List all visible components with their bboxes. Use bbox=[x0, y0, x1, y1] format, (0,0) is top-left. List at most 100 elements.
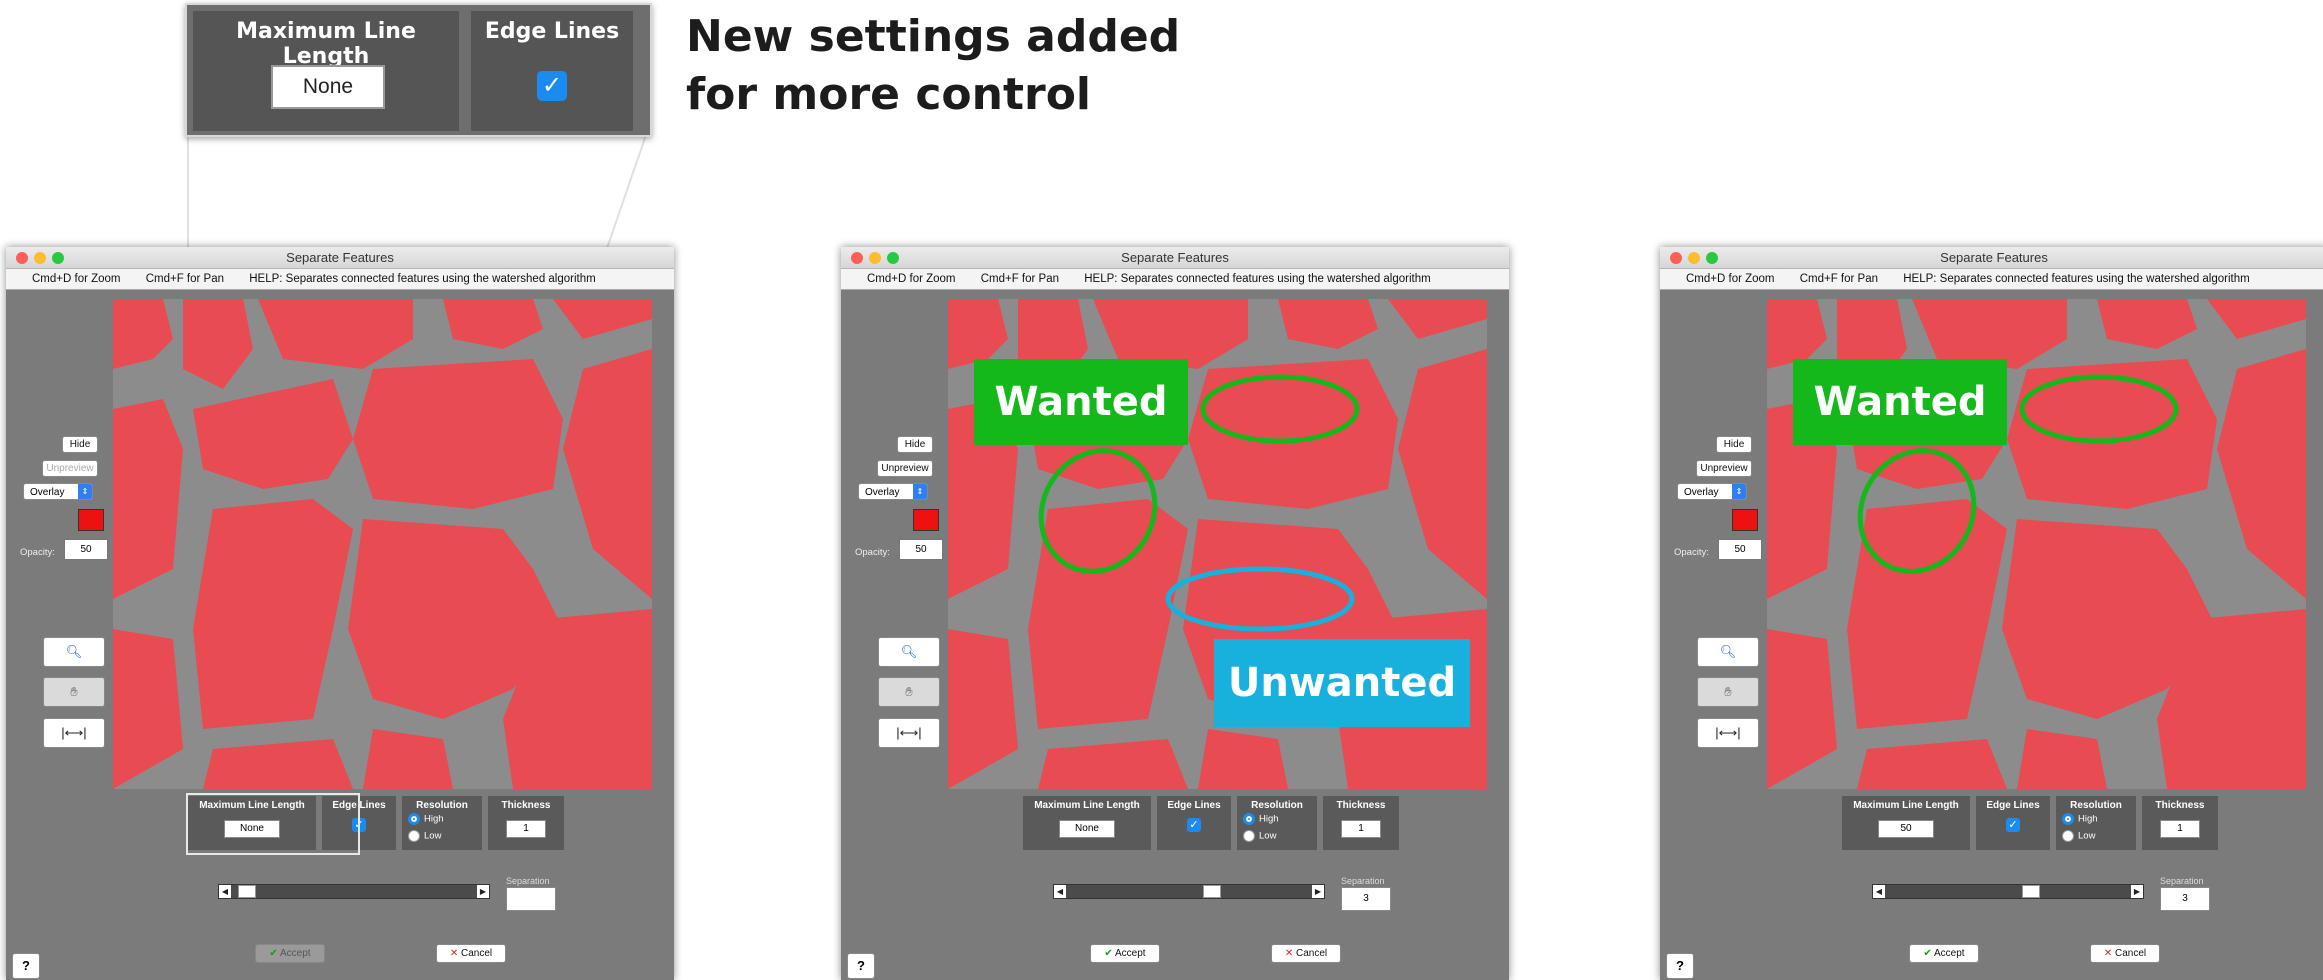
max-line-length-input[interactable]: 50 bbox=[1878, 820, 1934, 838]
zoomed-edge-lines-title: Edge Lines bbox=[484, 19, 620, 44]
help-zoom-shortcut: Cmd+D for Zoom bbox=[867, 273, 956, 285]
checkmark-icon: ✔ bbox=[1104, 948, 1113, 959]
cancel-button[interactable]: ✕ Cancel bbox=[1271, 944, 1341, 963]
edge-lines-cell: Edge Lines ✓ bbox=[1976, 796, 2050, 850]
separation-slider[interactable]: ◀ ▶ bbox=[1053, 884, 1325, 899]
thickness-input[interactable]: 1 bbox=[2160, 820, 2200, 838]
slider-thumb[interactable] bbox=[237, 885, 256, 898]
zoom-tool-button[interactable]: 🔍︎ bbox=[878, 637, 940, 667]
resolution-cell: Resolution High Low bbox=[402, 796, 482, 850]
resolution-title: Resolution bbox=[416, 800, 468, 811]
separation-slider[interactable]: ◀ ▶ bbox=[218, 884, 490, 899]
opacity-input[interactable]: 50 bbox=[1718, 539, 1762, 560]
zoom-window-button[interactable] bbox=[1706, 252, 1718, 264]
help-button[interactable]: ? bbox=[1666, 953, 1694, 979]
resolution-low-radio[interactable]: Low bbox=[1243, 830, 1276, 842]
thickness-cell: Thickness 1 bbox=[1323, 796, 1399, 850]
zoom-window-button[interactable] bbox=[887, 252, 899, 264]
minimize-window-button[interactable] bbox=[1688, 252, 1700, 264]
pan-tool-button[interactable]: ✋︎ bbox=[878, 677, 940, 707]
overlay-color-swatch[interactable] bbox=[78, 509, 104, 531]
separation-input[interactable]: 3 bbox=[2160, 887, 2210, 911]
hide-button[interactable]: Hide bbox=[1716, 436, 1752, 453]
zoomed-max-line-length-input[interactable]: None bbox=[271, 65, 385, 109]
unpreview-button[interactable]: Unpreview bbox=[42, 460, 98, 477]
unwanted-ellipse bbox=[1165, 566, 1355, 632]
slider-right-arrow-icon[interactable]: ▶ bbox=[477, 885, 489, 898]
view-mode-select[interactable]: Overlay ⇕ bbox=[1677, 483, 1747, 500]
resolution-low-radio[interactable]: Low bbox=[408, 830, 441, 842]
help-button[interactable]: ? bbox=[12, 953, 40, 979]
edge-lines-checkbox[interactable]: ✓ bbox=[1187, 818, 1201, 832]
max-line-length-input[interactable]: None bbox=[1059, 820, 1115, 838]
window-title: Separate Features bbox=[286, 250, 394, 265]
view-mode-select[interactable]: Overlay ⇕ bbox=[23, 483, 93, 500]
help-bar: Cmd+D for Zoom Cmd+F for Pan HELP: Separ… bbox=[841, 269, 1509, 290]
help-zoom-shortcut: Cmd+D for Zoom bbox=[1686, 273, 1775, 285]
slider-thumb[interactable] bbox=[1202, 885, 1221, 898]
close-window-button[interactable] bbox=[16, 252, 28, 264]
accept-button[interactable]: ✔ Accept bbox=[1909, 944, 1979, 963]
slider-left-arrow-icon[interactable]: ◀ bbox=[219, 885, 231, 898]
accept-button[interactable]: ✔ Accept bbox=[1090, 944, 1160, 963]
radio-unselected-icon bbox=[1243, 830, 1255, 842]
image-preview[interactable]: Wanted Unwanted bbox=[948, 299, 1487, 789]
resolution-high-label: High bbox=[2078, 813, 2098, 825]
hide-button[interactable]: Hide bbox=[62, 436, 98, 453]
slider-right-arrow-icon[interactable]: ▶ bbox=[1312, 885, 1324, 898]
pan-tool-button[interactable]: ✋︎ bbox=[1697, 677, 1759, 707]
thickness-input[interactable]: 1 bbox=[506, 820, 546, 838]
thickness-input[interactable]: 1 bbox=[1341, 820, 1381, 838]
view-mode-select[interactable]: Overlay ⇕ bbox=[858, 483, 928, 500]
measure-arrows-icon: |⟷| bbox=[1715, 725, 1741, 740]
max-line-length-title: Maximum Line Length bbox=[1034, 800, 1140, 811]
close-window-button[interactable] bbox=[851, 252, 863, 264]
resolution-low-label: Low bbox=[2078, 830, 2096, 842]
image-preview[interactable] bbox=[113, 299, 652, 789]
zoom-window-button[interactable] bbox=[52, 252, 64, 264]
cancel-button[interactable]: ✕ Cancel bbox=[436, 944, 506, 963]
resolution-high-radio[interactable]: High bbox=[1243, 813, 1279, 825]
pan-tool-button[interactable]: ✋︎ bbox=[43, 677, 105, 707]
opacity-input[interactable]: 50 bbox=[899, 539, 943, 560]
resolution-high-radio[interactable]: High bbox=[2062, 813, 2098, 825]
slider-thumb[interactable] bbox=[2021, 885, 2040, 898]
overlay-color-swatch[interactable] bbox=[913, 509, 939, 531]
image-preview[interactable]: Wanted bbox=[1767, 299, 2306, 789]
thickness-cell: Thickness 1 bbox=[488, 796, 564, 850]
minimize-window-button[interactable] bbox=[34, 252, 46, 264]
unpreview-button[interactable]: Unpreview bbox=[877, 460, 933, 477]
separation-slider[interactable]: ◀ ▶ bbox=[1872, 884, 2144, 899]
max-line-length-title: Maximum Line Length bbox=[1853, 800, 1959, 811]
thickness-title: Thickness bbox=[501, 800, 551, 811]
separate-features-window-1: Separate Features Cmd+D for Zoom Cmd+F f… bbox=[6, 247, 674, 980]
zoomed-edge-lines-checkbox[interactable]: ✓ bbox=[537, 71, 567, 101]
measure-tool-button[interactable]: |⟷| bbox=[1697, 718, 1759, 748]
accept-button[interactable]: ✔ Accept bbox=[255, 944, 325, 963]
close-window-button[interactable] bbox=[1670, 252, 1682, 264]
help-button[interactable]: ? bbox=[847, 953, 875, 979]
opacity-input[interactable]: 50 bbox=[64, 539, 108, 560]
cancel-button[interactable]: ✕ Cancel bbox=[2090, 944, 2160, 963]
overlay-color-swatch[interactable] bbox=[1732, 509, 1758, 531]
edge-lines-title: Edge Lines bbox=[1986, 800, 2040, 811]
edge-lines-checkbox[interactable]: ✓ bbox=[2006, 818, 2020, 832]
minimize-window-button[interactable] bbox=[869, 252, 881, 264]
zoom-tool-button[interactable]: 🔍︎ bbox=[1697, 637, 1759, 667]
slider-left-arrow-icon[interactable]: ◀ bbox=[1873, 885, 1885, 898]
hide-button[interactable]: Hide bbox=[897, 436, 933, 453]
resolution-low-radio[interactable]: Low bbox=[2062, 830, 2095, 842]
select-chevron-icon: ⇕ bbox=[1732, 484, 1746, 499]
title-bar: Separate Features bbox=[6, 247, 674, 269]
measure-tool-button[interactable]: |⟷| bbox=[43, 718, 105, 748]
separation-input[interactable]: 3 bbox=[1341, 887, 1391, 911]
slider-right-arrow-icon[interactable]: ▶ bbox=[2131, 885, 2143, 898]
accept-label: Accept bbox=[280, 948, 311, 959]
measure-tool-button[interactable]: |⟷| bbox=[878, 718, 940, 748]
resolution-high-radio[interactable]: High bbox=[408, 813, 444, 825]
slider-left-arrow-icon[interactable]: ◀ bbox=[1054, 885, 1066, 898]
unpreview-button[interactable]: Unpreview bbox=[1696, 460, 1752, 477]
thickness-title: Thickness bbox=[2155, 800, 2205, 811]
zoom-tool-button[interactable]: 🔍︎ bbox=[43, 637, 105, 667]
separation-input[interactable] bbox=[506, 887, 556, 911]
